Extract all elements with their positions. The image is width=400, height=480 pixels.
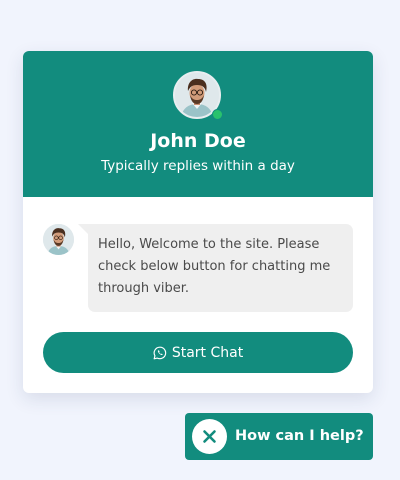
agent-name: John Doe [150,130,246,152]
message-avatar [43,224,74,255]
agent-reply-status: Typically replies within a day [101,158,295,174]
help-launcher-button[interactable]: How can I help? [185,413,373,460]
launcher-label: How can I help? [235,428,364,444]
chat-header: John Doe Typically replies within a day [23,51,373,197]
close-icon [203,430,216,443]
chat-widget: John Doe Typically replies within a day … [23,51,373,393]
online-status-dot [212,109,223,120]
start-chat-label: Start Chat [171,344,244,361]
welcome-message-bubble: Hello, Welcome to the site. Please check… [88,224,353,312]
start-chat-button[interactable]: Start Chat [43,332,353,373]
whatsapp-icon [153,346,167,359]
close-launcher-button[interactable] [192,419,227,454]
